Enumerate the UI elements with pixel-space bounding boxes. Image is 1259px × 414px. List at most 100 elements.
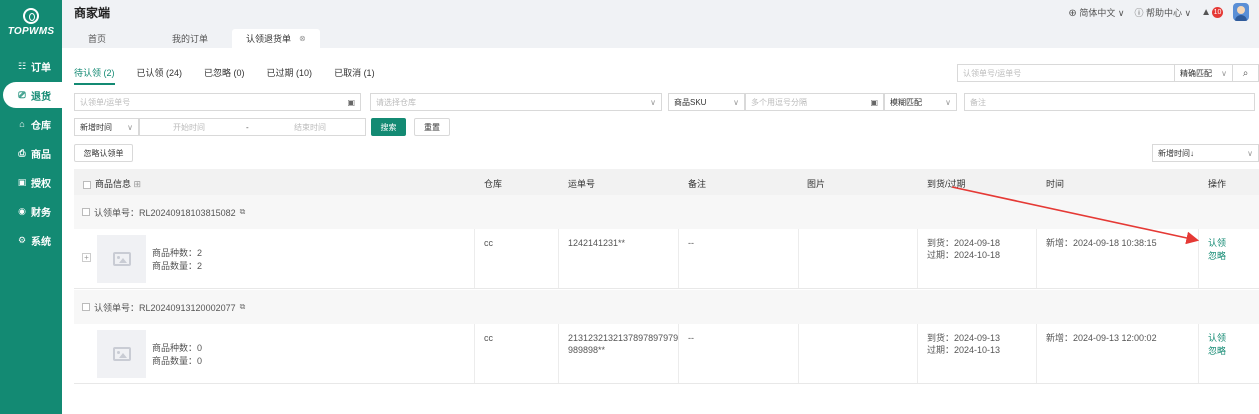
tab-my-orders[interactable]: 我的订单 [158, 29, 222, 48]
notification-button[interactable]: ▲ 10 [1201, 6, 1223, 18]
close-icon[interactable]: ⊗ [299, 34, 306, 43]
date-range-picker[interactable]: 开始时间 - 结束时间 [139, 118, 366, 136]
help-center-link[interactable]: ⓘ 帮助中心 ∨ [1134, 6, 1191, 19]
match-mode-select[interactable]: 精确匹配 ∨ [1175, 64, 1233, 82]
column-tracking: 运单号 [568, 179, 596, 189]
column-product-info: 商品信息 ⊞ [83, 177, 141, 190]
arrive-date: 到货：2024-09-13 [927, 333, 1001, 343]
sidebar-item-auth[interactable]: ▣ 授权 [3, 169, 62, 195]
sidebar-item-label: 商品 [31, 149, 51, 161]
column-image: 图片 [807, 179, 826, 189]
sidebar-item-goods[interactable]: ⎙ 商品 [3, 140, 62, 166]
cell-arrive-expire: 到货：2024-09-13 过期：2024-10-13 [918, 324, 1037, 383]
column-arrive-expire: 到货/过期 [927, 179, 966, 189]
search-button[interactable]: ⌕ [1233, 64, 1259, 82]
warehouse-icon: ⌂ [19, 119, 25, 129]
claim-link[interactable]: 认领 [1208, 237, 1226, 250]
time-type-label: 新增时间 [80, 122, 112, 132]
cell-actions: 认领 忽略 [1199, 229, 1259, 288]
product-kinds: 商品种数：0 [152, 343, 203, 353]
claim-number-placeholder: 认领单/运单号 [80, 97, 131, 107]
reset-button[interactable]: 重置 [414, 118, 450, 136]
product-qty: 商品数量：2 [152, 261, 203, 271]
column-warehouse: 仓库 [484, 179, 503, 189]
language-switch[interactable]: ⊕ 简体中文 ∨ [1068, 6, 1124, 19]
sidebar-item-label: 仓库 [31, 120, 51, 132]
status-tabs: 待认领 (2) 已认领 (24) 已忽略 (0) 已过期 (10) 已取消 (1… [74, 66, 375, 85]
row-checkbox[interactable] [82, 208, 90, 216]
cell-product-info: 商品种数：0 商品数量：0 [74, 324, 475, 383]
expand-icon[interactable]: ⊞ [134, 179, 142, 189]
sidebar-item-warehouse[interactable]: ⌂ 仓库 [3, 111, 62, 137]
tab-claimed[interactable]: 已认领 (24) [137, 66, 183, 85]
sort-select[interactable]: 新增时间↓ ∨ [1152, 144, 1259, 162]
tracking-number-cont: 989898** [568, 345, 606, 355]
cell-product-info: + 商品种数：2 商品数量：2 [74, 229, 475, 288]
ignore-link[interactable]: 忽略 [1208, 345, 1226, 358]
quick-search-input[interactable] [957, 64, 1175, 82]
tab-home[interactable]: 首页 [74, 29, 120, 48]
sidebar-item-label: 退货 [31, 91, 51, 103]
chevron-down-icon: ∨ [945, 97, 951, 107]
sidebar-item-finance[interactable]: ◉ 财务 [3, 198, 62, 224]
remark-value: -- [688, 238, 694, 248]
ignore-claims-button[interactable]: 忽略认领单 [74, 144, 133, 162]
paste-icon[interactable]: ▣ [347, 98, 355, 107]
select-all-checkbox[interactable] [83, 180, 91, 189]
tab-pending[interactable]: 待认领 (2) [74, 66, 115, 85]
auth-icon: ▣ [17, 176, 27, 187]
row-checkbox[interactable] [82, 303, 90, 311]
chevron-down-icon: ∨ [650, 97, 656, 107]
sidebar-item-returns[interactable]: ⎚ 退货 [3, 82, 62, 108]
claim-group-header: 认领单号：RL20240918103815082 ⧉ [74, 195, 1259, 229]
cell-image [799, 229, 918, 288]
cell-remark: -- [679, 229, 799, 288]
sidebar-item-system[interactable]: ⚙ 系统 [3, 227, 62, 253]
cell-actions: 认领 忽略 [1199, 324, 1259, 383]
table-row: + 商品种数：2 商品数量：2 cc 1242141231** -- 到货：202… [74, 229, 1259, 289]
fuzzy-match-label: 模糊匹配 [890, 97, 922, 107]
sku-input[interactable]: 多个用逗号分隔 ▣ [745, 93, 884, 111]
tab-cancelled[interactable]: 已取消 (1) [334, 66, 375, 85]
sku-type-select[interactable]: 商品SKU ∨ [668, 93, 745, 111]
header-actions: ⊕ 简体中文 ∨ ⓘ 帮助中心 ∨ ▲ 10 [1068, 3, 1249, 21]
remark-input[interactable]: 备注 [964, 93, 1255, 111]
cell-warehouse: cc [475, 229, 559, 288]
search-submit-button[interactable]: 搜索 [371, 118, 406, 136]
top-header: 商家端 ⊕ 简体中文 ∨ ⓘ 帮助中心 ∨ ▲ 10 [62, 0, 1259, 26]
image-placeholder-icon [112, 347, 131, 361]
copy-icon[interactable]: ⧉ [240, 207, 246, 217]
start-time-placeholder: 开始时间 [173, 122, 205, 132]
claim-link[interactable]: 认领 [1208, 332, 1226, 345]
paste-icon[interactable]: ▣ [870, 98, 878, 107]
sidebar-item-label: 授权 [31, 178, 51, 190]
sort-label: 新增时间↓ [1158, 148, 1194, 158]
warehouse-select[interactable]: 请选择仓库 ∨ [370, 93, 662, 111]
table-header: 商品信息 ⊞ 仓库 运单号 备注 图片 到货/过期 时间 操作 [74, 169, 1259, 195]
sidebar-item-orders[interactable]: ☷ 订单 [3, 53, 62, 79]
ignore-link[interactable]: 忽略 [1208, 250, 1226, 263]
time-type-select[interactable]: 新增时间 ∨ [74, 118, 139, 136]
logo[interactable]: TOPWMS [0, 0, 62, 44]
copy-icon[interactable]: ⧉ [240, 302, 246, 312]
end-time-placeholder: 结束时间 [294, 122, 326, 132]
chevron-down-icon: ∨ [1184, 7, 1192, 18]
created-time: 新增：2024-09-13 12:00:02 [1046, 333, 1157, 343]
tab-label: 我的订单 [172, 34, 209, 44]
column-remark: 备注 [688, 179, 707, 189]
goods-icon: ⎙ [18, 147, 26, 158]
tab-expired[interactable]: 已过期 (10) [267, 66, 313, 85]
cell-tracking: 2131232132137897897979 989898** [559, 324, 679, 383]
expand-row-icon[interactable]: + [82, 253, 91, 262]
tab-ignored[interactable]: 已忽略 (0) [204, 66, 245, 85]
warehouse-value: cc [484, 238, 493, 248]
cell-arrive-expire: 到货：2024-09-18 过期：2024-10-18 [918, 229, 1037, 288]
sku-placeholder: 多个用逗号分隔 [751, 97, 807, 107]
help-icon: ⓘ [1134, 7, 1144, 18]
expire-date: 过期：2024-10-18 [927, 250, 1001, 260]
fuzzy-match-select[interactable]: 模糊匹配 ∨ [884, 93, 957, 111]
created-time: 新增：2024-09-18 10:38:15 [1046, 238, 1157, 248]
avatar[interactable] [1233, 3, 1249, 21]
claim-number-input[interactable]: 认领单/运单号 ▣ [74, 93, 361, 111]
tab-claim-returns[interactable]: 认领退货单 ⊗ [232, 29, 320, 48]
